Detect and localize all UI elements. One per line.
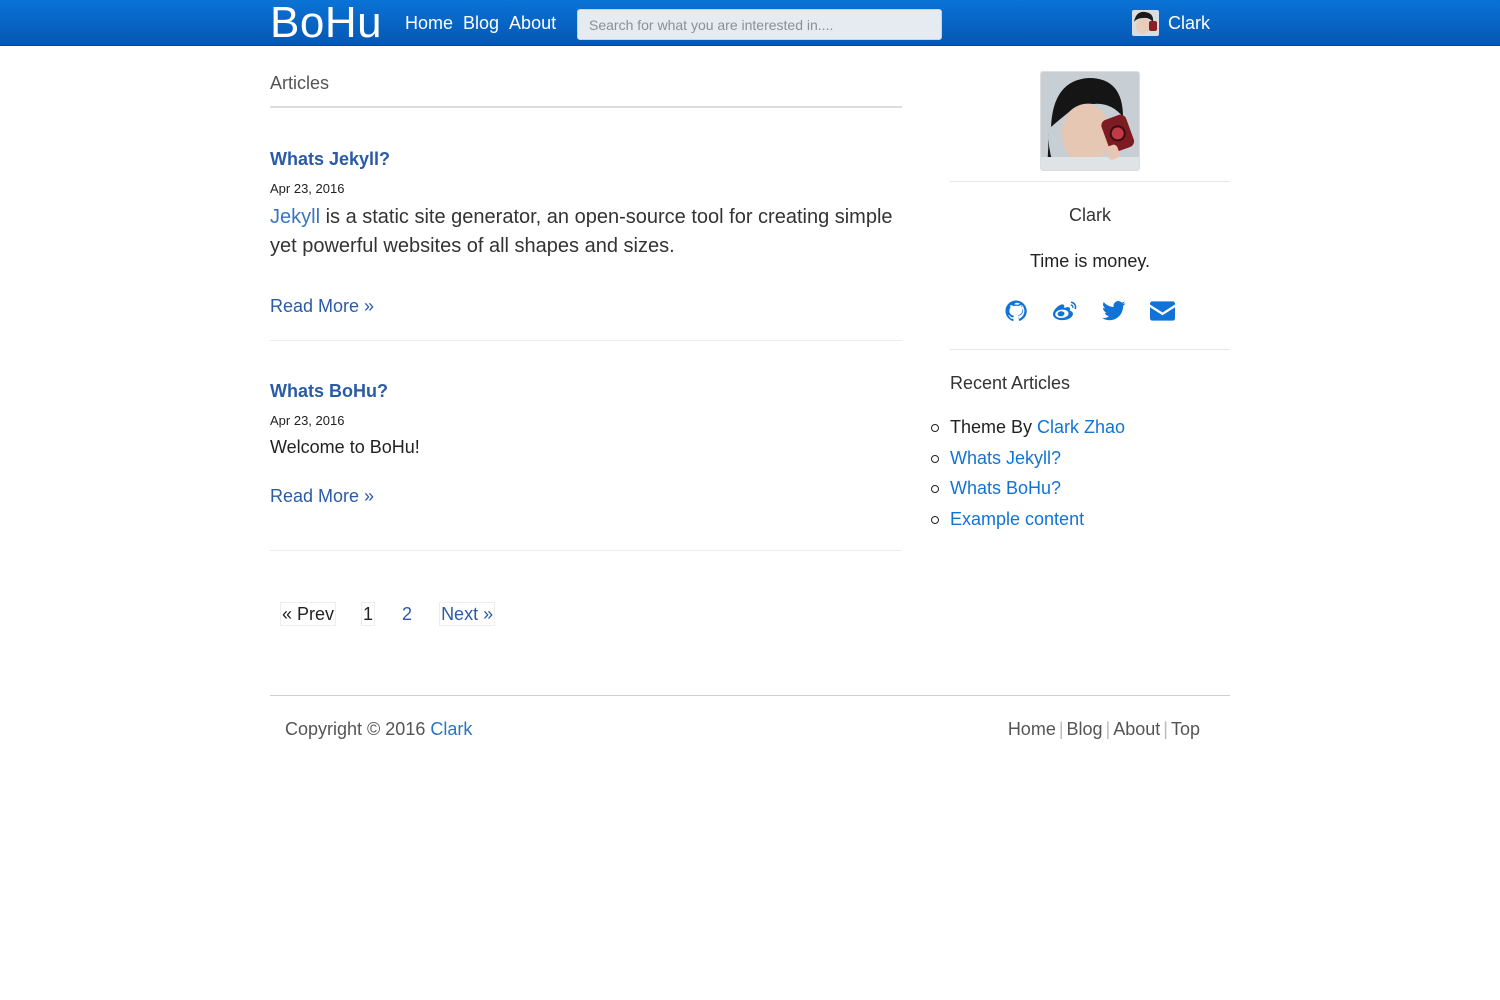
footer-divider [270, 695, 1230, 696]
copyright-author-link[interactable]: Clark [430, 719, 472, 739]
search-input[interactable] [577, 9, 942, 40]
page-title: Articles [270, 73, 330, 93]
list-item: Whats Jekyll? [930, 443, 1125, 474]
pagination-page-current[interactable]: 1 [361, 602, 376, 626]
nav-link-blog[interactable]: Blog [463, 12, 499, 34]
post-divider [270, 550, 902, 551]
recent-articles-list: Theme By Clark Zhao Whats Jekyll? Whats … [930, 412, 1125, 535]
recent-article-link[interactable]: Whats BoHu? [950, 478, 1061, 498]
post-title-link[interactable]: Whats BoHu? [270, 381, 902, 402]
profile-name: Clark [1068, 205, 1111, 225]
pagination: « Prev 1 2 Next » [280, 602, 496, 626]
separator: | [1058, 719, 1064, 739]
nav-links: Home Blog About [405, 12, 556, 34]
post-date: Apr 23, 2016 [270, 181, 345, 196]
post-title-link[interactable]: Whats Jekyll? [270, 149, 902, 170]
footer-link-top[interactable]: Top [1171, 719, 1200, 740]
social-links [1003, 298, 1175, 323]
weibo-icon[interactable] [1052, 298, 1077, 323]
divider [950, 349, 1230, 350]
avatar [1132, 10, 1159, 36]
recent-article-link[interactable]: Whats Jekyll? [950, 448, 1061, 468]
copyright: Copyright © 2016 Clark [285, 719, 472, 740]
excerpt-text: is a static site generator, an open-sour… [270, 206, 893, 257]
recent-article-link[interactable]: Example content [950, 509, 1084, 529]
copyright-text: Copyright © 2016 [285, 719, 431, 739]
footer-nav: Home | Blog | About | Top [1008, 719, 1200, 740]
excerpt-link[interactable]: Jekyll [270, 206, 320, 228]
footer-link-home[interactable]: Home [1008, 719, 1056, 740]
post-item: Whats Jekyll? Apr 23, 2016 Jekyll is a s… [270, 149, 902, 261]
separator: | [1105, 719, 1111, 739]
profile-motto: Time is money. [1029, 251, 1151, 271]
list-item-prefix: Theme By [950, 417, 1038, 437]
separator: | [1163, 719, 1168, 739]
envelope-icon[interactable] [1150, 298, 1175, 323]
nav-link-home[interactable]: Home [405, 12, 453, 34]
read-more-link[interactable]: Read More » [270, 486, 374, 507]
nav-user-menu[interactable]: Clark [1132, 10, 1210, 36]
list-item: Example content [930, 504, 1125, 535]
recent-article-link[interactable]: Clark Zhao [1037, 417, 1125, 437]
nav-link-about[interactable]: About [509, 12, 556, 34]
pagination-page[interactable]: 2 [400, 602, 414, 626]
top-navbar: BoHu Home Blog About Clark [0, 0, 1500, 46]
post-divider [270, 340, 902, 341]
pagination-next[interactable]: Next » [439, 602, 496, 626]
post-excerpt: Jekyll is a static site generator, an op… [270, 203, 902, 261]
profile-photo [1040, 71, 1140, 171]
twitter-icon[interactable] [1101, 298, 1126, 323]
nav-username: Clark [1168, 12, 1211, 33]
footer-link-blog[interactable]: Blog [1067, 719, 1103, 740]
github-icon[interactable] [1003, 298, 1028, 323]
read-more-link[interactable]: Read More » [270, 296, 374, 317]
post-excerpt: Welcome to BoHu! [270, 437, 420, 457]
divider [270, 106, 902, 108]
list-item: Whats BoHu? [930, 473, 1125, 504]
post-date: Apr 23, 2016 [270, 413, 345, 428]
list-item: Theme By Clark Zhao [930, 412, 1125, 443]
pagination-prev[interactable]: « Prev [280, 602, 337, 626]
divider [950, 181, 1230, 182]
post-item: Whats BoHu? Apr 23, 2016 Welcome to BoHu… [270, 381, 902, 462]
recent-articles-heading: Recent Articles [950, 373, 1071, 393]
brand-logo[interactable]: BoHu [270, 0, 382, 46]
footer-link-about[interactable]: About [1113, 719, 1160, 740]
